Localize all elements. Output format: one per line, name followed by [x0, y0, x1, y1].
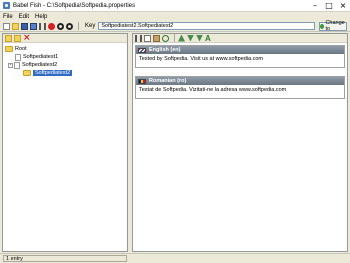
tree-item-label: Softpediatest2: [22, 62, 58, 68]
folder-icon: [23, 70, 31, 76]
cut-icon[interactable]: [39, 22, 46, 30]
minimize-button[interactable]: –: [308, 1, 322, 11]
language-name: Romanian (ro): [149, 78, 187, 84]
status-bar: 1 entry: [0, 253, 350, 263]
tree-item[interactable]: Softpediatest1: [5, 53, 127, 61]
document-icon: [14, 61, 20, 69]
change-to-label: Change to: [325, 20, 345, 32]
paste-icon[interactable]: [153, 34, 160, 42]
romania-flag-icon: [138, 78, 146, 84]
collapse-icon[interactable]: -: [8, 62, 13, 68]
find-next-icon[interactable]: [66, 22, 73, 30]
app-icon: [3, 2, 10, 9]
status-text: 1 entry: [3, 255, 127, 262]
main-toolbar: Key Softpediatest2.Softpediatest2 Change…: [0, 20, 350, 32]
undo-icon[interactable]: [162, 34, 169, 42]
uk-flag-icon: [138, 47, 146, 53]
toolbar-separator: [78, 22, 79, 30]
move-down-icon[interactable]: [187, 34, 194, 42]
key-input[interactable]: Softpediatest2.Softpediatest2: [98, 22, 316, 30]
delete-key-icon[interactable]: ×: [23, 33, 31, 42]
delete-icon[interactable]: [48, 22, 55, 30]
maximize-button[interactable]: □: [322, 1, 336, 11]
sort-icon[interactable]: [196, 34, 203, 42]
save-all-icon[interactable]: [30, 22, 37, 30]
key-label: Key: [85, 23, 96, 29]
translation-toolbar: A: [133, 34, 347, 43]
tree-root-label: Root: [15, 46, 27, 52]
copy-icon[interactable]: [144, 34, 151, 42]
tree-item-label: Softpediatest1: [23, 54, 59, 60]
add-folder-icon[interactable]: [5, 34, 12, 42]
tree-item[interactable]: - Softpediatest2: [5, 61, 127, 69]
language-name: English (en): [149, 47, 181, 53]
title-bar: Babel Fish - C:\Softpedia\Softpedia.prop…: [0, 0, 350, 12]
arrow-right-icon: [320, 23, 325, 29]
translation-text[interactable]: Tested by Softpedia. Visit us at www.sof…: [136, 54, 344, 67]
language-panel-en: English (en) Tested by Softpedia. Visit …: [135, 45, 345, 68]
translation-pane: A English (en) Tested by Softpedia. Visi…: [132, 33, 348, 252]
move-up-icon[interactable]: [178, 34, 185, 42]
font-icon[interactable]: A: [205, 34, 212, 42]
tree-item-selected[interactable]: Softpediatest2: [5, 69, 127, 77]
language-header: English (en): [136, 46, 344, 54]
menu-file[interactable]: File: [3, 14, 13, 20]
save-icon[interactable]: [21, 22, 28, 30]
key-tree: Root Softpediatest1 - Softpediatest2 Sof…: [3, 43, 127, 77]
document-icon: [15, 53, 21, 61]
tree-root[interactable]: Root: [5, 45, 127, 53]
cut-icon[interactable]: [135, 34, 142, 42]
language-panel-ro: Romanian (ro) Testat de Softpedia. Vizit…: [135, 76, 345, 99]
menu-bar: File Edit Help: [0, 12, 350, 21]
find-icon[interactable]: [57, 22, 64, 30]
add-key-icon[interactable]: [14, 34, 21, 42]
tree-toolbar: ×: [3, 33, 127, 43]
new-file-icon[interactable]: [3, 22, 10, 30]
menu-help[interactable]: Help: [35, 14, 47, 20]
language-header: Romanian (ro): [136, 77, 344, 85]
window-title: Babel Fish - C:\Softpedia\Softpedia.prop…: [13, 2, 136, 9]
folder-icon: [5, 46, 13, 52]
tree-pane: × Root Softpediatest1 - Softpediatest2 S…: [2, 33, 128, 252]
open-folder-icon[interactable]: [12, 22, 19, 30]
tree-item-label: Softpediatest2: [33, 70, 73, 76]
change-to-button[interactable]: Change to: [319, 20, 348, 32]
close-button[interactable]: ×: [336, 1, 350, 11]
menu-edit[interactable]: Edit: [19, 14, 29, 20]
translation-text[interactable]: Testat de Softpedia. Vizitati-ne la adre…: [136, 85, 344, 98]
toolbar-separator: [174, 34, 175, 42]
